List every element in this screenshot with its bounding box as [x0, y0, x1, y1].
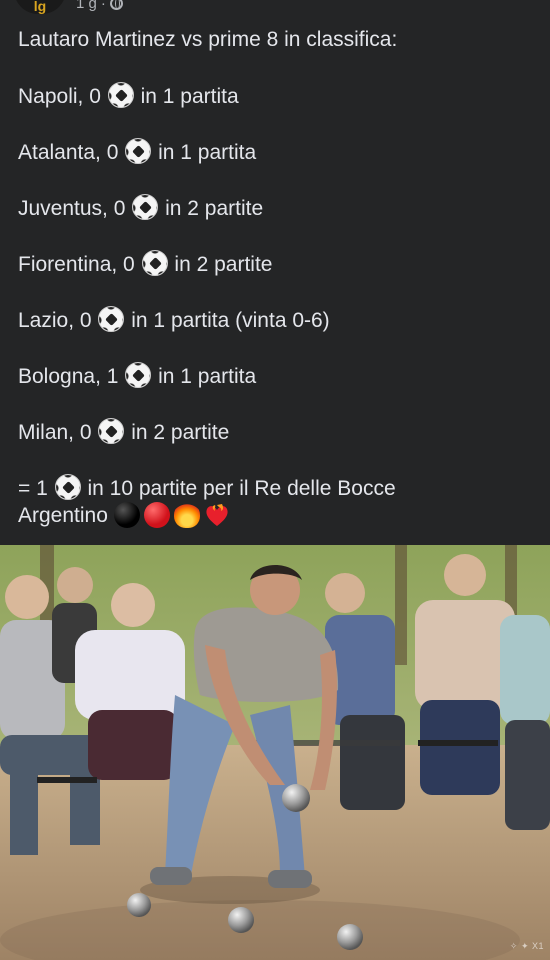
meta-separator: · [100, 0, 106, 12]
heart-on-fire-icon [204, 502, 230, 528]
globe-icon[interactable] [109, 0, 123, 10]
soccer-ball-icon [125, 138, 152, 164]
soccer-ball-icon [125, 362, 152, 388]
avatar-initials: lg [33, 0, 47, 14]
stat-detail: in 2 partite [131, 421, 230, 444]
summary-line: = 1 in 10 partite per il Re delle Bocce [18, 474, 396, 503]
stat-line-juventus: Juventus, 0 in 2 partite [18, 194, 263, 223]
stat-line-fiorentina: Fiorentina, 0 in 2 partite [18, 250, 272, 279]
stat-team: Milan, 0 [18, 421, 92, 444]
stat-detail: in 1 partita [158, 365, 257, 388]
stat-team: Atalanta, 0 [18, 141, 119, 164]
soccer-ball-icon [132, 194, 159, 220]
post-intro: Lautaro Martinez vs prime 8 in classific… [18, 28, 398, 51]
post-photo[interactable]: ✧ ✦ X1 [0, 545, 550, 960]
soccer-ball-icon [98, 306, 125, 332]
stat-detail: in 1 partita [158, 141, 257, 164]
bocce-scene-image [0, 545, 550, 960]
stat-team: Juventus, 0 [18, 197, 126, 220]
summary-word: Argentino [18, 504, 108, 527]
soccer-ball-icon [54, 474, 81, 500]
stat-line-bologna: Bologna, 1 in 1 partita [18, 362, 256, 391]
soccer-ball-icon [107, 82, 134, 108]
red-circle-icon [143, 502, 170, 528]
summary-line-2: Argentino [18, 502, 234, 530]
stat-line-napoli: Napoli, 0 in 1 partita [18, 82, 239, 111]
soccer-ball-icon [98, 418, 125, 444]
summary-total: = 1 [18, 477, 48, 500]
stat-detail: in 2 partite [165, 197, 264, 220]
stat-team: Lazio, 0 [18, 309, 92, 332]
stat-line-lazio: Lazio, 0 in 1 partita (vinta 0-6) [18, 306, 330, 335]
post-meta: 1 g · [76, 0, 123, 12]
stat-detail: in 2 partite [174, 253, 273, 276]
black-circle-icon [113, 502, 140, 528]
stat-line-milan: Milan, 0 in 2 partite [18, 418, 229, 447]
stat-detail: in 1 partita (vinta 0-6) [131, 309, 330, 332]
stat-line-atalanta: Atalanta, 0 in 1 partita [18, 138, 256, 167]
avatar[interactable]: lg [14, 0, 66, 14]
stat-team: Bologna, 1 [18, 365, 119, 388]
post-header: lg 1 g · [14, 0, 123, 14]
stat-team: Fiorentina, 0 [18, 253, 135, 276]
image-watermark: ✧ ✦ X1 [509, 941, 544, 951]
stat-detail: in 1 partita [140, 85, 239, 108]
soccer-ball-icon [141, 250, 168, 276]
post-time[interactable]: 1 g [76, 0, 97, 12]
fire-icon [173, 502, 200, 528]
summary-detail: in 10 partite per il Re delle Bocce [87, 477, 396, 500]
stat-team: Napoli, 0 [18, 85, 101, 108]
